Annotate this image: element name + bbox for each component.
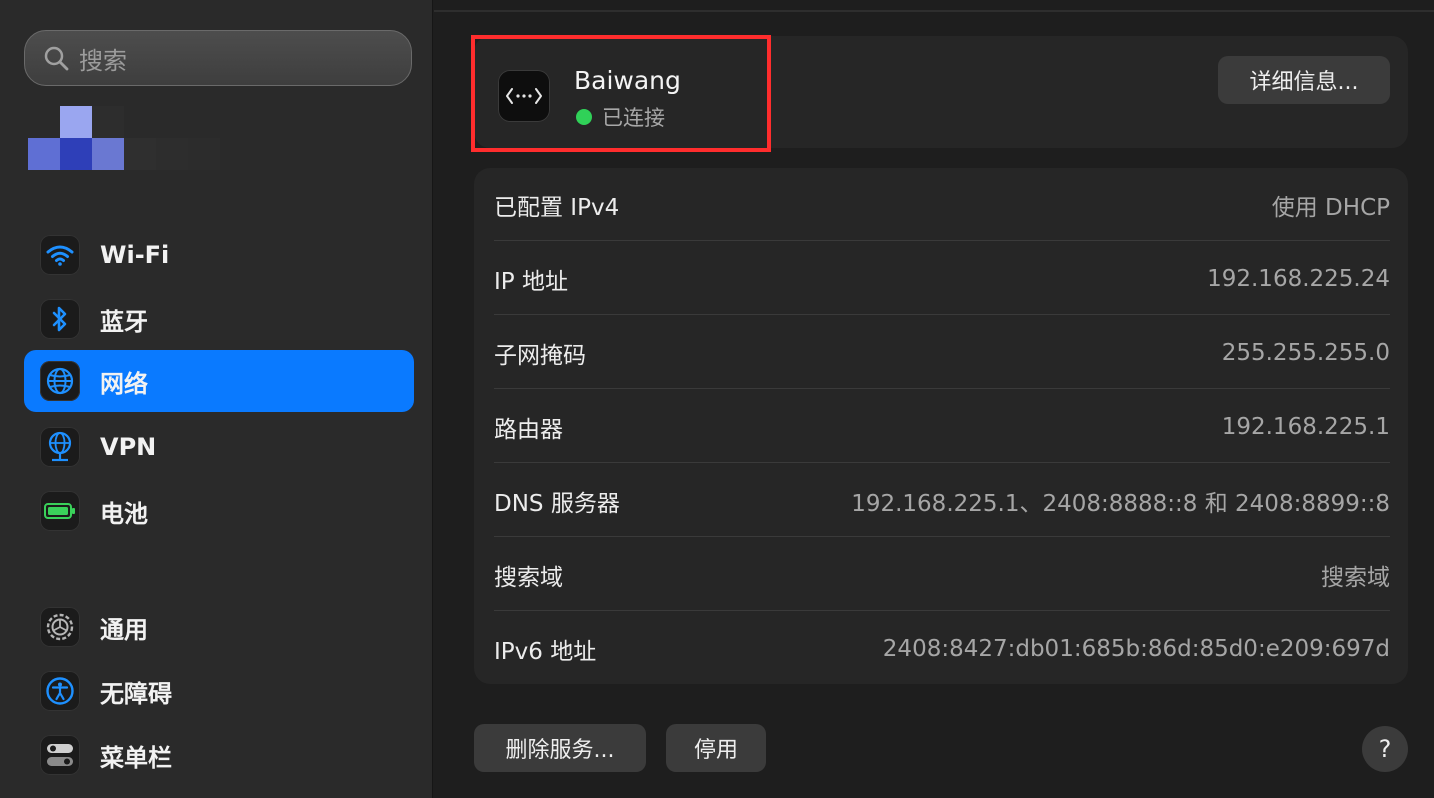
row-divider [494,462,1390,463]
row-key: IPv6 地址 [494,639,597,665]
info-row-search-domains: 搜索域 搜索域 [494,538,1390,612]
sidebar-item-label: 网络 [100,369,148,398]
help-button[interactable]: ? [1362,726,1408,772]
search-icon [44,46,69,71]
sidebar-item-label: 蓝牙 [100,307,148,336]
row-key: 已配置 IPv4 [494,195,620,221]
menubar-toggle-icon [40,735,80,775]
info-row-router: 路由器 192.168.225.1 [494,390,1390,464]
row-divider [494,610,1390,611]
sidebar-item-vpn[interactable]: VPN [24,416,414,478]
row-value: 使用 DHCP [1271,195,1390,221]
globe-icon [40,361,80,401]
gear-icon [40,607,80,647]
sidebar-item-network[interactable]: 网络 [24,350,414,412]
search-placeholder: 搜索 [79,46,127,75]
sidebar-item-label: 电池 [100,499,148,528]
info-row-ipv4-configured: 已配置 IPv4 使用 DHCP [494,168,1390,242]
row-divider [494,388,1390,389]
details-button[interactable]: 详细信息... [1218,56,1390,104]
row-key: 搜索域 [494,565,563,591]
highlight-box [471,35,771,152]
row-key: IP 地址 [494,269,568,295]
wifi-icon [40,235,80,275]
row-value: 搜索域 [1321,565,1390,591]
row-key: 路由器 [494,417,563,443]
sidebar-item-label: 无障碍 [100,679,172,708]
sidebar-item-menubar[interactable]: 菜单栏 [24,724,414,786]
info-row-ipv6-address: IPv6 地址 2408:8427:db01:685b:86d:85d0:e20… [494,612,1390,686]
row-value: 192.168.225.24 [1207,266,1390,292]
divider [434,10,1434,12]
sidebar-item-bluetooth[interactable]: 蓝牙 [24,288,414,350]
search-input[interactable]: 搜索 [24,30,412,86]
row-key: 子网掩码 [494,343,586,369]
sidebar-item-label: 通用 [100,615,148,644]
row-divider [494,314,1390,315]
sidebar: 搜索 Wi-Fi 蓝牙 网络 VPN 电池 通用 无障碍 菜单栏 [0,0,433,798]
accessibility-icon [40,671,80,711]
sidebar-item-accessibility[interactable]: 无障碍 [24,660,414,722]
avatar[interactable] [28,106,220,170]
sidebar-item-battery[interactable]: 电池 [24,480,414,542]
bluetooth-icon [40,299,80,339]
row-divider [494,536,1390,537]
sidebar-item-label: Wi-Fi [100,241,170,269]
battery-icon [40,491,80,531]
row-divider [494,240,1390,241]
row-value: 255.255.255.0 [1221,340,1390,366]
info-row-ip-address: IP 地址 192.168.225.24 [494,242,1390,316]
info-row-dns-servers: DNS 服务器 192.168.225.1、2408:8888::8 和 240… [494,464,1390,538]
sidebar-item-label: VPN [100,433,157,461]
row-value: 192.168.225.1、2408:8888::8 和 2408:8899::… [851,491,1390,517]
sidebar-item-general[interactable]: 通用 [24,596,414,658]
sidebar-item-label: 菜单栏 [100,743,172,772]
row-key: DNS 服务器 [494,491,620,517]
sidebar-item-wifi[interactable]: Wi-Fi [24,224,414,286]
info-row-subnet-mask: 子网掩码 255.255.255.0 [494,316,1390,390]
row-value: 192.168.225.1 [1221,414,1390,440]
delete-service-button[interactable]: 删除服务... [474,724,646,772]
vpn-globe-icon [40,427,80,467]
disable-button[interactable]: 停用 [666,724,766,772]
row-value: 2408:8427:db01:685b:86d:85d0:e209:697d [882,636,1390,662]
